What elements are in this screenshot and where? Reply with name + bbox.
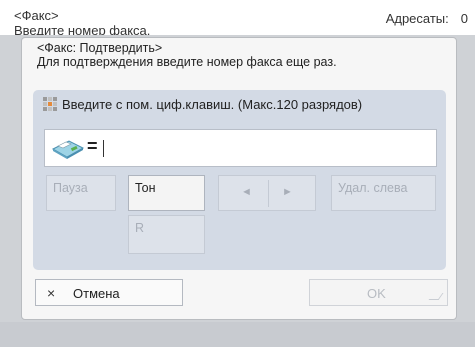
corner-mark-icon [428, 293, 444, 300]
dialog-instruction: Для подтверждения введите номер факса ещ… [37, 55, 337, 69]
input-prefix: = [87, 136, 98, 156]
pause-key[interactable]: Пауза [46, 175, 116, 211]
dialog-title: <Факс: Подтвердить> [37, 41, 163, 55]
input-panel: Введите с пом. циф.клавиш. (Макс.120 раз… [33, 90, 446, 270]
panel-header: Введите с пом. циф.клавиш. (Макс.120 раз… [33, 90, 446, 120]
confirm-dialog: <Факс: Подтвердить> Для подтверждения вв… [21, 37, 457, 320]
cancel-label: Отмена [73, 286, 120, 301]
tone-key[interactable]: Тон [128, 175, 205, 211]
fax-number-input[interactable]: = [44, 129, 437, 167]
ok-label: OK [367, 286, 386, 301]
arrow-divider [268, 180, 269, 207]
text-cursor [103, 140, 104, 157]
right-arrow-icon[interactable]: ► [282, 186, 293, 198]
cancel-button[interactable]: × Отмена [35, 279, 183, 306]
bottom-bar [0, 322, 475, 347]
delete-left-key[interactable]: Удал. слева [331, 175, 436, 211]
input-hint: Введите с пом. циф.клавиш. (Макс.120 раз… [62, 97, 363, 112]
fax-icon [51, 140, 85, 159]
r-key[interactable]: R [128, 215, 205, 254]
recipients-count: 0 [460, 11, 468, 26]
recipients-counter: Адресаты: 0 [386, 11, 468, 26]
keypad-icon [43, 97, 57, 111]
close-icon: × [47, 285, 56, 301]
screen-title: <Факс> [14, 8, 59, 23]
recipients-label: Адресаты: [385, 11, 449, 26]
cursor-arrow-keys: ◄ ► [218, 175, 316, 211]
left-arrow-icon[interactable]: ◄ [241, 186, 252, 198]
ok-button[interactable]: OK [309, 279, 448, 306]
